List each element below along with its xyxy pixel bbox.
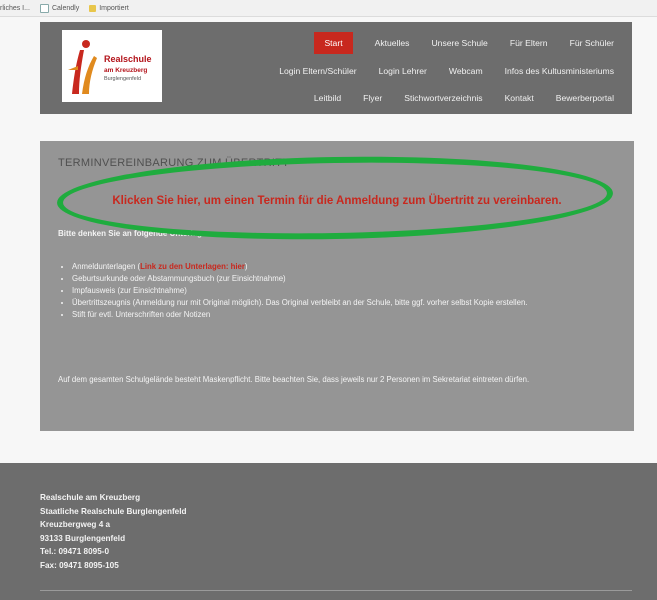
nav-fuer-schueler[interactable]: Für Schüler: [570, 34, 614, 52]
list-item: Übertrittszeugnis (Anmeldung nur mit Ori…: [72, 297, 632, 309]
logo-text-line1: Realschule: [104, 54, 152, 64]
bookmark-label: Importiert: [99, 4, 129, 12]
main-nav-row-2: Login Eltern/Schüler Login Lehrer Webcam…: [257, 62, 614, 80]
nav-kontakt[interactable]: Kontakt: [505, 89, 534, 107]
bookmark-calendly[interactable]: Calendly: [39, 3, 80, 13]
content-panel: TERMINVEREINBARUNG ZUM ÜBERTRITT Klicken…: [40, 141, 634, 431]
bookmark-importiert[interactable]: Importiert: [89, 4, 129, 12]
documents-link[interactable]: Link zu den Unterlagen: hier: [140, 262, 245, 271]
nav-webcam[interactable]: Webcam: [449, 62, 483, 80]
list-item-text: Anmeldunterlagen (: [72, 262, 141, 271]
footer-line: Tel.: 09471 8095-0: [40, 547, 110, 556]
footer-line: Staatliche Realschule Burglengenfeld: [40, 506, 187, 516]
nav-bewerberportal[interactable]: Bewerberportal: [556, 89, 614, 107]
footer-line: Fax: 09471 8095-105: [40, 560, 119, 570]
appointment-link[interactable]: Klicken Sie hier, um einen Termin für di…: [40, 195, 634, 207]
footer-line: Kreuzbergweg 4 a: [40, 520, 111, 529]
documents-list: Anmeldunterlagen (Link zu den Unterlagen…: [58, 261, 632, 321]
nav-fuer-eltern[interactable]: Für Eltern: [510, 34, 548, 52]
footer-line: 93133 Burglengenfeld: [40, 533, 126, 543]
nav-infos-kultusministerium[interactable]: Infos des Kultusministeriums: [505, 62, 614, 80]
nav-start[interactable]: Start: [314, 32, 353, 54]
nav-aktuelles[interactable]: Aktuelles: [375, 34, 410, 52]
nav-stichwortverzeichnis[interactable]: Stichwortverzeichnis: [404, 89, 482, 107]
list-item-text: ): [244, 262, 248, 271]
bookmark-label: rliches I...: [0, 4, 30, 12]
documents-intro: Bitte denken Sie an folgende Unterlagen:: [58, 229, 215, 238]
folder-icon: [89, 4, 97, 12]
nav-leitbild[interactable]: Leitbild: [314, 89, 341, 107]
list-item: Anmeldunterlagen (Link zu den Unterlagen…: [72, 261, 632, 273]
bookmark-label: Calendly: [51, 4, 80, 12]
school-emblem-icon: [68, 40, 97, 94]
nav-flyer[interactable]: Flyer: [363, 89, 382, 107]
mask-notice: Auf dem gesamten Schulgelände besteht Ma…: [58, 375, 530, 384]
nav-login-lehrer[interactable]: Login Lehrer: [379, 62, 427, 80]
bookmarks-bar: rliches I... Calendly Importiert: [0, 0, 657, 17]
main-nav-row-1: Start Aktuelles Unsere Schule Für Eltern…: [314, 32, 614, 54]
nav-unsere-schule[interactable]: Unsere Schule: [431, 34, 487, 52]
nav-login-eltern-schueler[interactable]: Login Eltern/Schüler: [279, 62, 356, 80]
calendar-icon: [39, 3, 49, 13]
bookmark-item[interactable]: rliches I...: [0, 5, 30, 12]
main-nav-row-3: Leitbild Flyer Stichwortverzeichnis Kont…: [292, 89, 614, 107]
site-footer: Realschule am Kreuzberg Staatliche Reals…: [0, 463, 657, 600]
footer-divider: [40, 590, 632, 591]
list-item: Geburtsurkunde oder Abstammungsbuch (zur…: [72, 273, 632, 285]
logo-text-line2: am Kreuzberg: [104, 67, 148, 74]
list-item: Stift für evtl. Unterschriften oder Noti…: [72, 309, 632, 321]
footer-line: Realschule am Kreuzberg: [40, 493, 141, 502]
list-item: Impfausweis (zur Einsichtnahme): [72, 285, 632, 297]
page-title: TERMINVEREINBARUNG ZUM ÜBERTRITT: [58, 157, 290, 169]
logo-text-line3: Burglengenfeld: [104, 76, 142, 82]
footer-address: Realschule am Kreuzberg Staatliche Reals…: [40, 491, 187, 572]
site-header: Realschule am Kreuzberg Burglengenfeld S…: [40, 22, 632, 114]
school-logo[interactable]: Realschule am Kreuzberg Burglengenfeld: [62, 30, 162, 102]
